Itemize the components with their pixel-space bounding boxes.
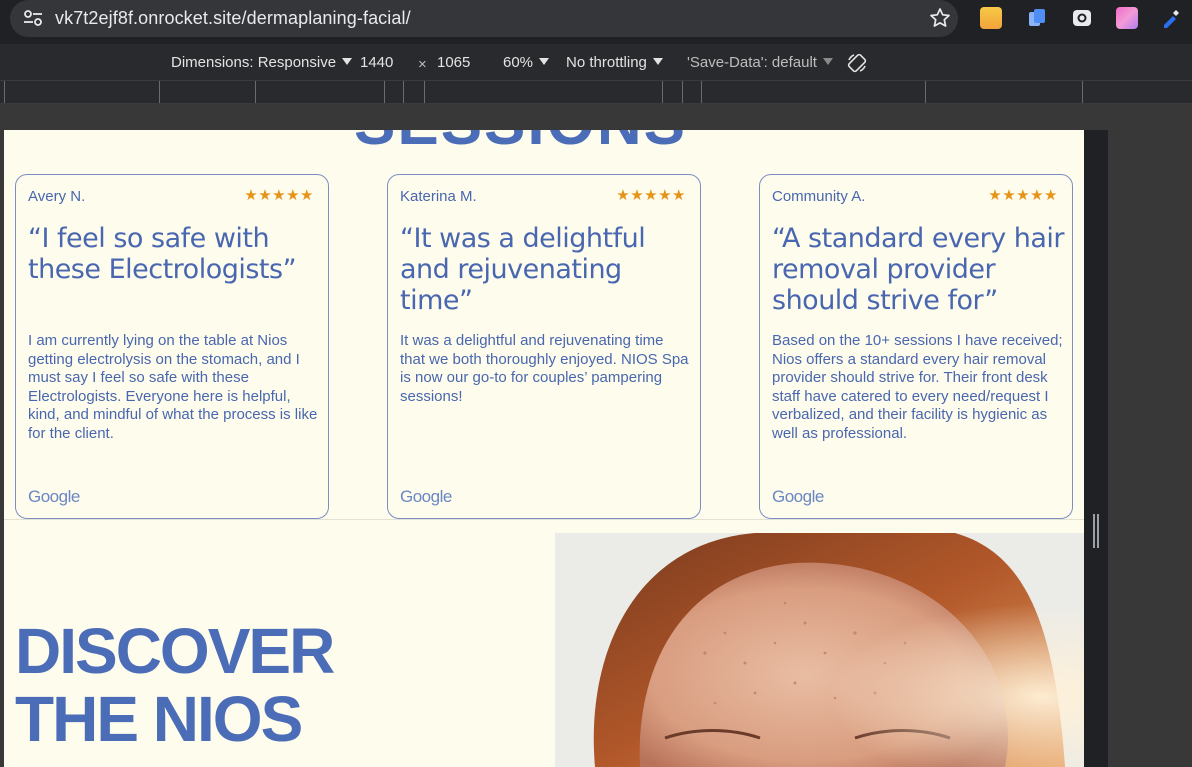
media-query-ruler[interactable] (0, 81, 1192, 104)
eyedropper-extension-icon[interactable] (1160, 7, 1182, 29)
discover-line-1: DISCOVER (15, 615, 335, 687)
review-quote: “It was a delightful and rejuvenating ti… (400, 223, 646, 316)
google-logo: Google (400, 487, 452, 506)
discover-line-2: THE NIOS (15, 683, 303, 755)
reviewer-name: Avery N. (28, 188, 86, 205)
chevron-down-icon (652, 58, 663, 65)
review-quote: “I feel so safe with these Electrologist… (28, 223, 297, 285)
bookmark-star-icon[interactable] (928, 6, 952, 30)
google-logo: Google (772, 487, 824, 506)
reviewer-name: Community A. (772, 188, 866, 205)
review-card: Avery N. ★★★★★ “I feel so safe with thes… (15, 174, 329, 519)
times-label: × (418, 56, 427, 73)
zoom-dropdown[interactable]: 60% (503, 54, 550, 71)
throttling-label: No throttling (566, 54, 647, 71)
throttling-dropdown[interactable]: No throttling (566, 54, 663, 71)
review-body: I am currently lying on the table at Nio… (28, 332, 318, 442)
discover-heading: DISCOVER THE NIOS (15, 615, 335, 755)
resize-handle[interactable] (1093, 514, 1099, 548)
zoom-label: 60% (503, 54, 534, 71)
viewport-side-gutter (1084, 130, 1108, 767)
address-bar[interactable]: vk7t2ejf8f.onrocket.site/dermaplaning-fa… (10, 0, 958, 37)
screen-capture-extension-icon[interactable] (1071, 7, 1093, 29)
review-quote: “A standard every hair removal provider … (772, 223, 1065, 316)
chevron-down-icon (822, 58, 833, 65)
chevron-down-icon (342, 58, 353, 65)
review-card: Community A. ★★★★★ “A standard every hai… (759, 174, 1073, 519)
star-rating: ★★★★★ (244, 187, 314, 204)
review-body: Based on the 10+ sessions I have receive… (772, 332, 1063, 442)
url-text[interactable]: vk7t2ejf8f.onrocket.site/dermaplaning-fa… (55, 8, 411, 29)
dimensions-dropdown[interactable]: Dimensions: Responsive (171, 54, 353, 71)
woman-portrait-image (555, 533, 1084, 767)
section-divider (4, 519, 1084, 520)
rotate-icon[interactable] (846, 52, 868, 74)
review-card: Katerina M. ★★★★★ “It was a delightful a… (387, 174, 701, 519)
google-logo: Google (28, 487, 80, 506)
copy-extension-icon[interactable] (1026, 7, 1048, 29)
color-extension-icon[interactable] (1116, 7, 1138, 29)
save-data-dropdown[interactable]: 'Save-Data': default (687, 54, 833, 71)
height-input[interactable]: 1065 (437, 54, 470, 71)
reviewer-name: Katerina M. (400, 188, 477, 205)
browser-toolbar: vk7t2ejf8f.onrocket.site/dermaplaning-fa… (0, 0, 1192, 44)
save-data-label: 'Save-Data': default (687, 54, 817, 71)
site-settings-icon[interactable] (22, 8, 44, 28)
chevron-down-icon (539, 58, 550, 65)
sessions-heading: SESSIONS (354, 130, 687, 159)
dimensions-label: Dimensions: Responsive (171, 54, 337, 71)
device-toolbar: Dimensions: Responsive 1440 × 1065 60% N… (0, 44, 1192, 81)
star-rating: ★★★★★ (616, 187, 686, 204)
width-input[interactable]: 1440 (360, 54, 393, 71)
notes-extension-icon[interactable] (980, 7, 1002, 29)
star-rating: ★★★★★ (988, 187, 1058, 204)
review-body: It was a delightful and rejuvenating tim… (400, 332, 689, 405)
emulated-page: SESSIONS Avery N. ★★★★★ “I feel so safe … (4, 130, 1084, 767)
